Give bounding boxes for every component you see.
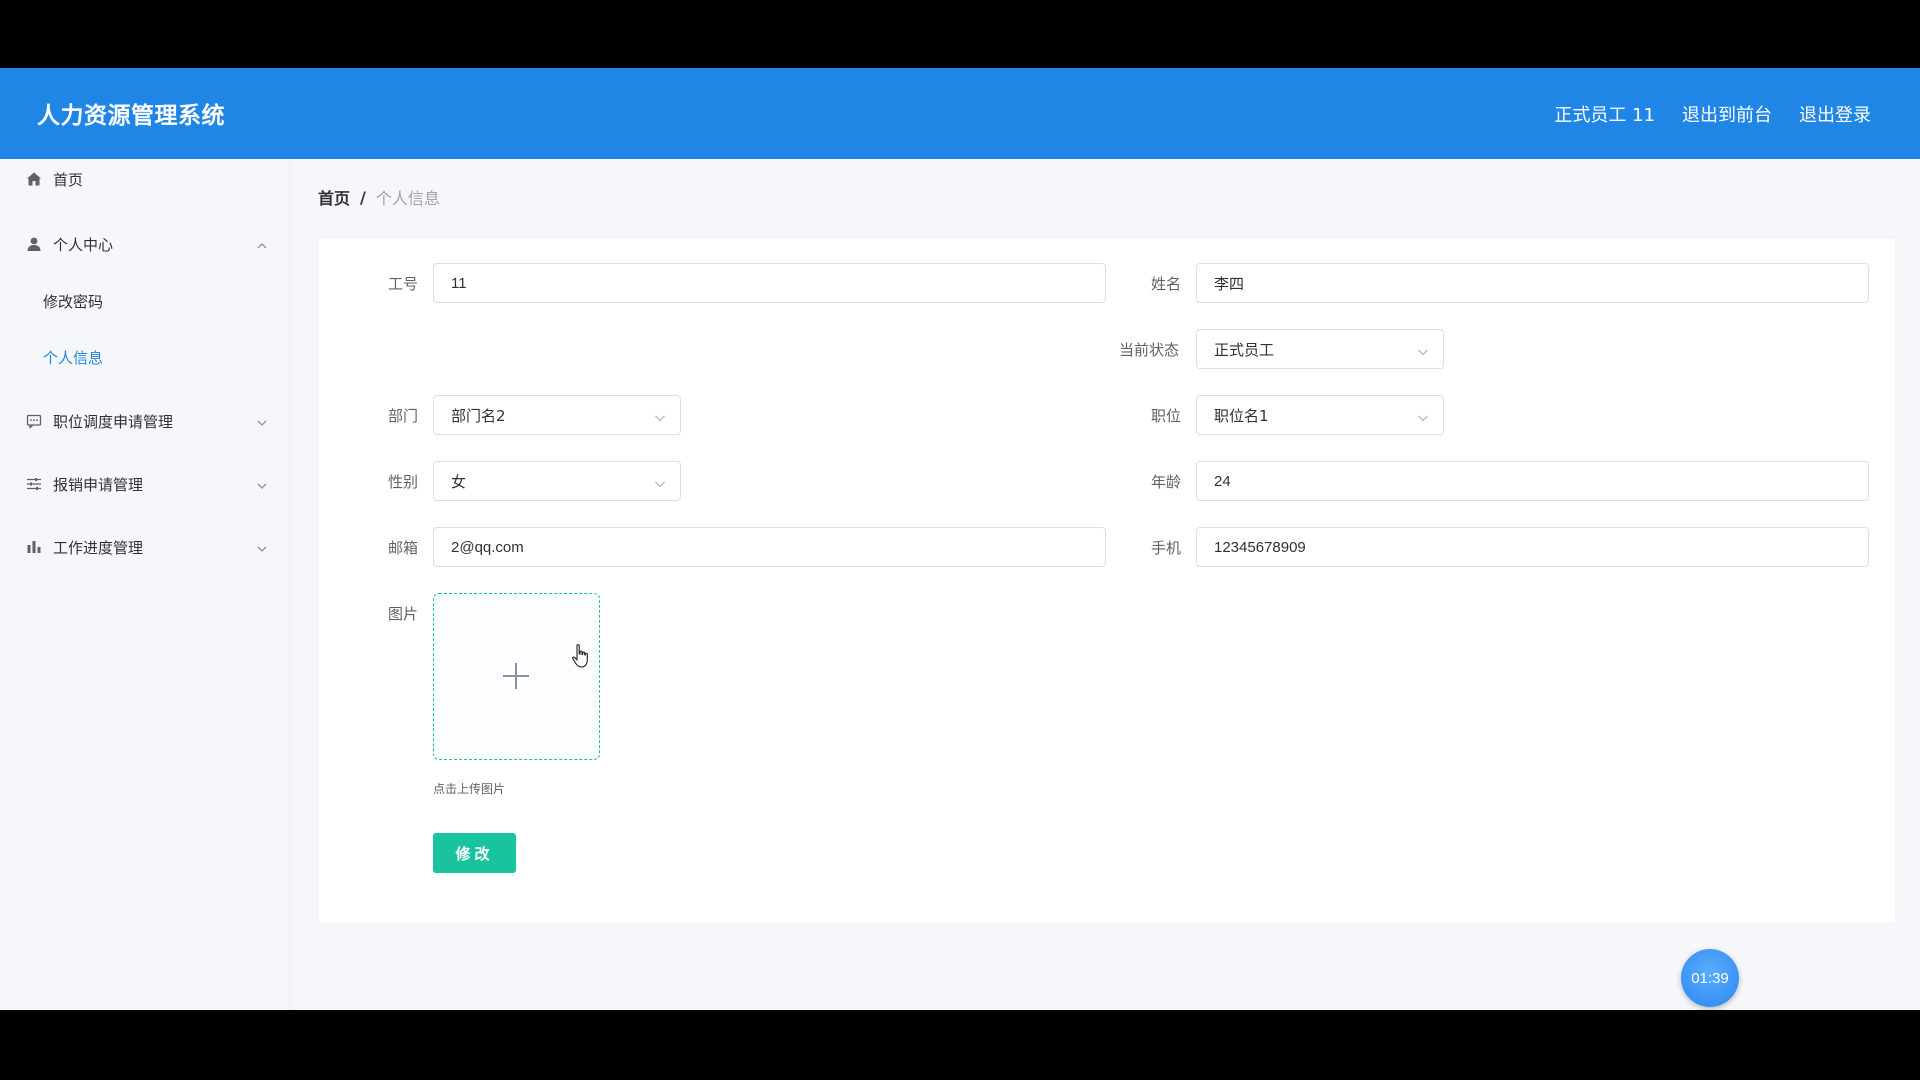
chevron-down-icon — [256, 478, 268, 490]
sidebar-item-label: 个人信息 — [43, 348, 104, 367]
chevron-down-icon — [1417, 344, 1429, 356]
department-select[interactable]: 部门名2 — [433, 395, 681, 435]
name-input[interactable]: 李四 — [1196, 263, 1869, 303]
department-select-value: 部门名2 — [451, 406, 506, 425]
personal-info-form: 工号 11 姓名 李四 当前状态 正式员工 部门 部门名2 职位 职位名1 性别… — [319, 239, 1895, 922]
status-select-value: 正式员工 — [1214, 340, 1275, 359]
breadcrumb: 首页 / 个人信息 — [318, 185, 440, 209]
sidebar: 首页 个人中心 修改密码 个人信息 职位调度申请管理 报销申请管理 工作进度管理 — [0, 159, 290, 1010]
age-label: 年龄 — [1151, 473, 1182, 491]
chevron-down-icon — [654, 410, 666, 422]
sidebar-item-change-password[interactable]: 修改密码 — [0, 281, 290, 321]
sidebar-item-label: 首页 — [53, 170, 84, 189]
upload-tip: 点击上传图片 — [433, 782, 506, 796]
position-select-value: 职位名1 — [1214, 406, 1269, 425]
sidebar-item-label: 修改密码 — [43, 292, 104, 311]
logout-link[interactable]: 退出登录 — [1799, 101, 1871, 127]
sidebar-item-personal-info[interactable]: 个人信息 — [0, 337, 290, 377]
chevron-up-icon — [256, 238, 268, 250]
employee-id-label: 工号 — [388, 275, 419, 293]
current-user-link[interactable]: 正式员工 11 — [1554, 101, 1655, 127]
exit-to-frontend-link[interactable]: 退出到前台 — [1682, 101, 1772, 127]
sliders-icon — [26, 476, 42, 492]
sidebar-item-work-progress[interactable]: 工作进度管理 — [0, 527, 290, 567]
submit-button[interactable]: 修改 — [433, 833, 516, 873]
chevron-down-icon — [256, 415, 268, 427]
plus-icon — [501, 661, 531, 691]
sidebar-item-personal-center[interactable]: 个人中心 — [0, 224, 290, 264]
image-upload-area[interactable] — [433, 593, 600, 760]
breadcrumb-separator: / — [360, 187, 366, 207]
department-label: 部门 — [388, 407, 419, 425]
breadcrumb-current: 个人信息 — [375, 189, 440, 208]
home-icon — [26, 171, 42, 187]
sidebar-item-reimbursement[interactable]: 报销申请管理 — [0, 464, 290, 504]
email-label: 邮箱 — [388, 539, 419, 557]
sidebar-item-label: 工作进度管理 — [53, 538, 144, 557]
position-select[interactable]: 职位名1 — [1196, 395, 1444, 435]
name-label: 姓名 — [1151, 275, 1182, 293]
email-input[interactable]: 2@qq.com — [433, 527, 1106, 567]
chevron-down-icon — [256, 541, 268, 553]
chevron-down-icon — [654, 476, 666, 488]
chevron-down-icon — [1417, 410, 1429, 422]
user-icon — [26, 236, 42, 252]
employee-id-input[interactable]: 11 — [433, 263, 1106, 303]
position-label: 职位 — [1151, 407, 1182, 425]
hand-cursor-icon — [570, 643, 592, 669]
message-icon — [26, 413, 42, 429]
sidebar-item-label: 个人中心 — [53, 235, 114, 254]
sidebar-item-home[interactable]: 首页 — [0, 159, 290, 199]
sidebar-item-label: 职位调度申请管理 — [53, 412, 174, 431]
app-screen: 人力资源管理系统 正式员工 11 退出到前台 退出登录 首页 个人中心 修改密码 — [0, 68, 1920, 1010]
gender-select-value: 女 — [451, 472, 467, 491]
status-select[interactable]: 正式员工 — [1196, 329, 1444, 369]
gender-label: 性别 — [388, 473, 419, 491]
status-label: 当前状态 — [1119, 341, 1180, 359]
age-input[interactable]: 24 — [1196, 461, 1869, 501]
app-title: 人力资源管理系统 — [37, 103, 225, 129]
bar-chart-icon — [26, 539, 42, 555]
image-label: 图片 — [388, 605, 419, 623]
sidebar-item-label: 报销申请管理 — [53, 475, 144, 494]
header-nav: 正式员工 11 退出到前台 退出登录 — [1554, 101, 1871, 127]
phone-label: 手机 — [1151, 539, 1182, 557]
recording-timer-badge: 01:39 — [1681, 949, 1739, 1007]
gender-select[interactable]: 女 — [433, 461, 681, 501]
breadcrumb-home[interactable]: 首页 — [318, 185, 350, 209]
sidebar-item-position-transfer[interactable]: 职位调度申请管理 — [0, 401, 290, 441]
phone-input[interactable]: 12345678909 — [1196, 527, 1869, 567]
top-header: 人力资源管理系统 正式员工 11 退出到前台 退出登录 — [0, 68, 1920, 159]
